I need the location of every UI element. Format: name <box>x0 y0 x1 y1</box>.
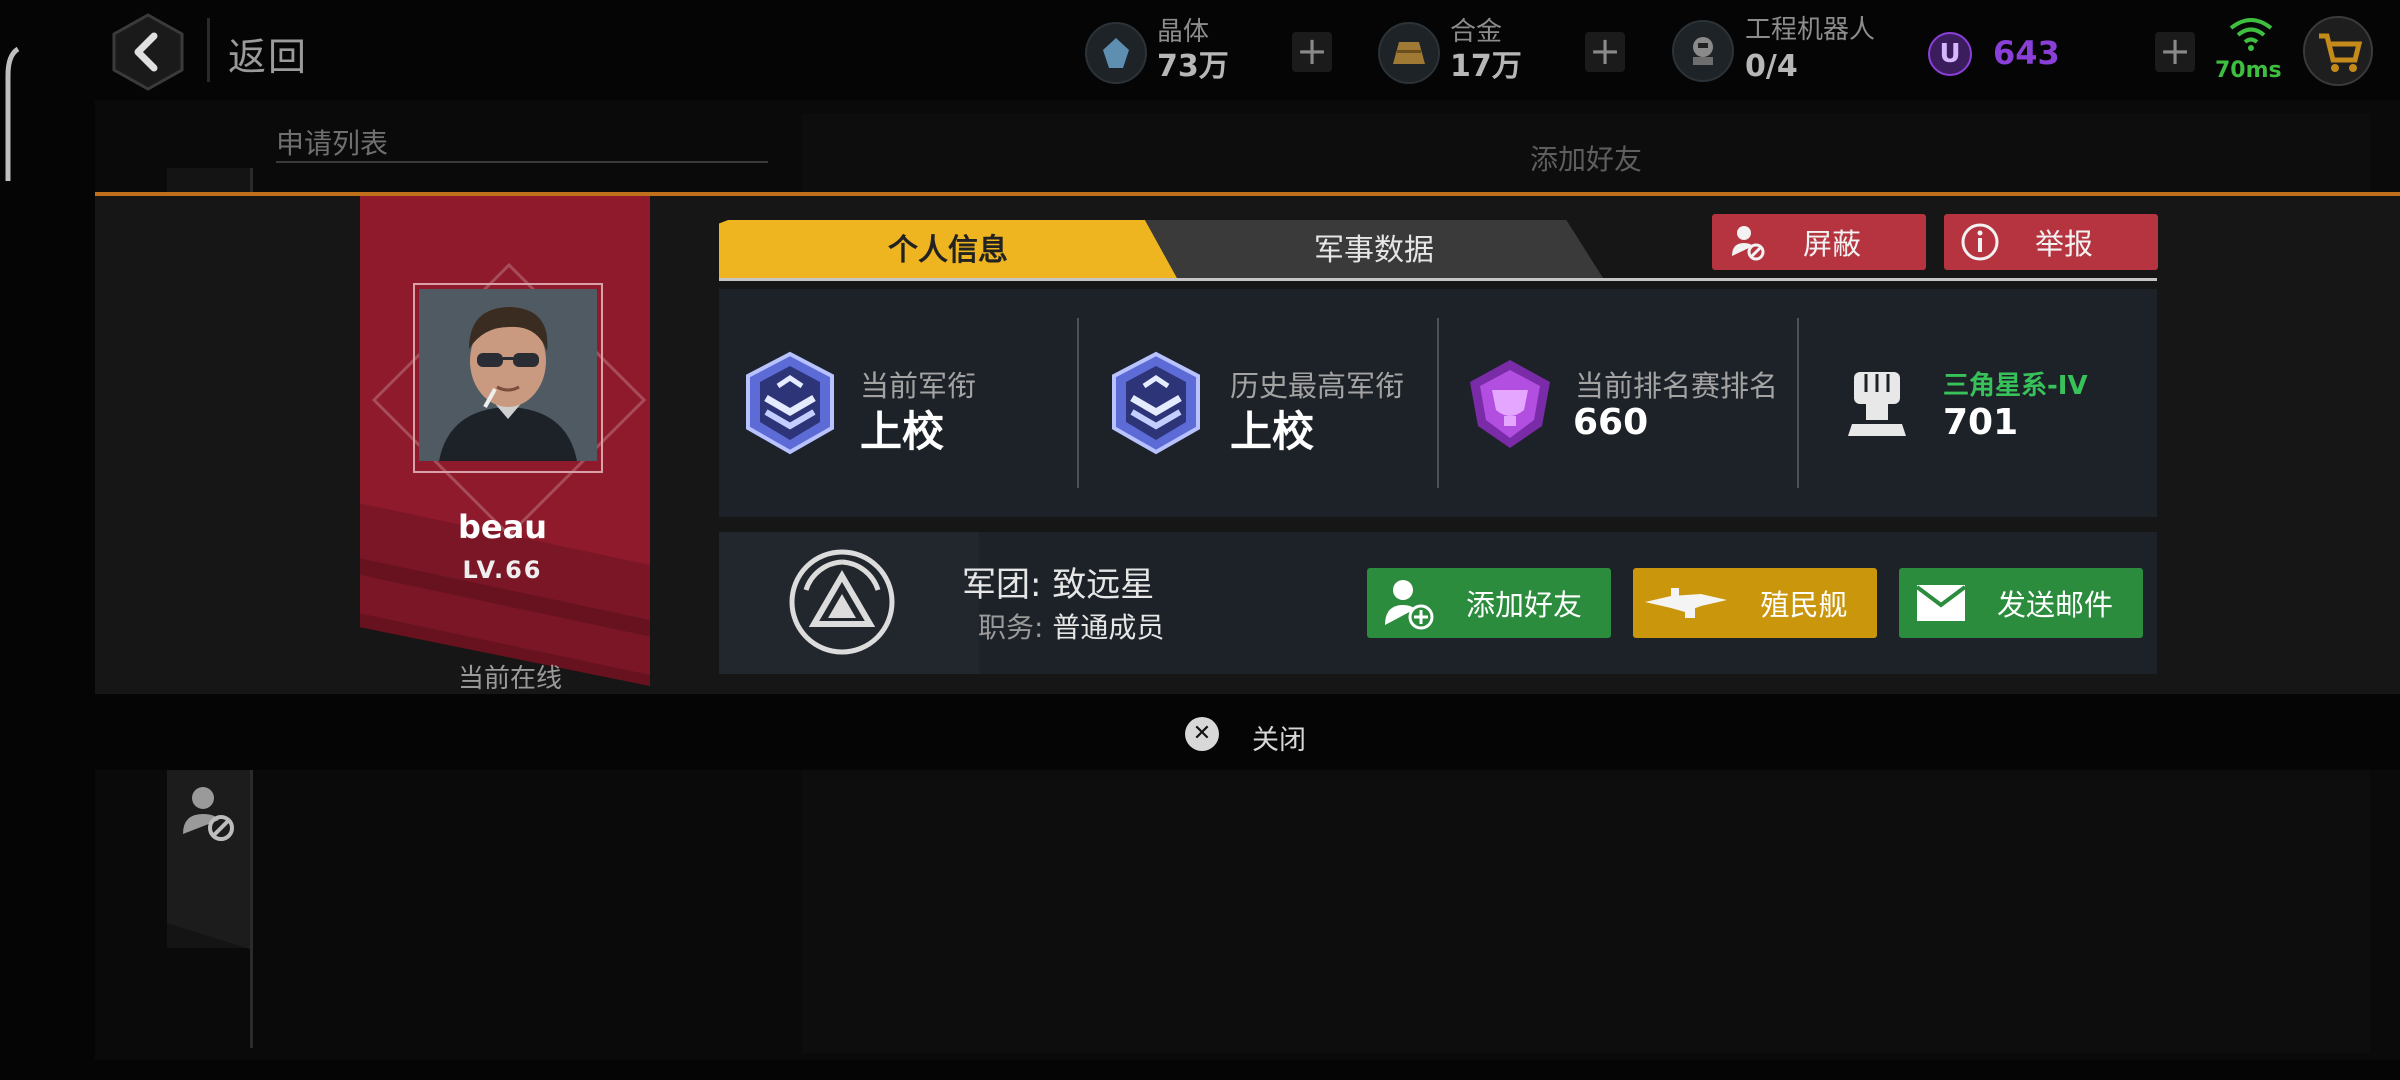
cart-icon <box>2319 33 2363 72</box>
apply-list-underline <box>276 161 768 163</box>
ranked-trophy-icon <box>1470 360 1550 448</box>
fist-trophy-icon <box>1848 372 1906 436</box>
ranked-title: 当前排名赛排名 <box>1575 369 1779 403</box>
player-level: LV.66 <box>462 556 543 584</box>
robot-value: 0/4 <box>1745 49 1798 84</box>
add-friend-title: 添加好友 <box>1529 143 1642 176</box>
side-tab-blocked[interactable] <box>167 770 253 950</box>
back-arrow-icon <box>112 13 184 91</box>
stat-divider <box>1797 318 1799 488</box>
legion-label: 军团: <box>962 565 1042 605</box>
tab-personal-info[interactable]: 个人信息 <box>719 220 1177 278</box>
role-label: 职务: <box>978 611 1044 644</box>
ping-value: 70ms <box>2215 58 2282 83</box>
colony-ship-label: 殖民舰 <box>1760 588 1848 622</box>
online-status: 当前在线 <box>457 664 562 694</box>
robot-name: 工程机器人 <box>1745 15 1876 45</box>
colony-ship-button[interactable]: 殖民舰 <box>1633 568 1877 638</box>
shop-button[interactable] <box>2303 16 2373 86</box>
highest-rank-value: 上校 <box>1230 407 1315 456</box>
stat-divider <box>1077 318 1079 488</box>
galaxy-title: 三角星系-IV <box>1943 371 2088 401</box>
close-icon[interactable]: ✕ <box>1185 717 1219 751</box>
close-button-label[interactable]: 关闭 <box>1252 718 1306 757</box>
ranked-value: 660 <box>1573 402 1649 443</box>
crystal-name: 晶体 <box>1157 17 1210 47</box>
avatar[interactable] <box>419 289 597 461</box>
block-button[interactable]: 屏蔽 <box>1712 214 1926 270</box>
u-currency-value: 643 <box>1993 34 2060 72</box>
crystal-value: 73万 <box>1157 49 1229 84</box>
blocked-user-icon <box>183 787 234 841</box>
highest-rank-badge-icon <box>1112 351 1200 455</box>
add-friend-button[interactable]: 添加好友 <box>1367 568 1611 638</box>
tab-underline <box>719 278 2157 281</box>
legion-role: 职务: 普通成员 <box>978 606 1164 646</box>
stat-divider <box>1437 318 1439 488</box>
crystal-icon <box>1085 22 1147 84</box>
wifi-icon <box>2229 18 2273 51</box>
alloy-name: 合金 <box>1450 17 1503 47</box>
add-currency-button[interactable]: + <box>2155 32 2195 72</box>
back-label[interactable]: 返回 <box>228 26 308 81</box>
legion-emblem-icon <box>789 549 895 655</box>
send-mail-label: 发送邮件 <box>1996 588 2113 622</box>
block-user-icon <box>1732 226 1765 261</box>
legion-name: 军团: 致远星 <box>962 557 1154 606</box>
close-bar <box>95 694 2400 770</box>
add-friend-label: 添加好友 <box>1465 588 1582 622</box>
current-rank-value: 上校 <box>860 407 945 456</box>
divider <box>207 18 210 82</box>
add-user-icon <box>1385 580 1434 630</box>
back-button[interactable] <box>110 12 186 92</box>
robot-icon <box>1672 20 1734 82</box>
player-name: beau <box>458 508 547 546</box>
rank-badge-icon <box>746 351 834 455</box>
alloy-icon <box>1378 22 1440 84</box>
send-mail-button[interactable]: 发送邮件 <box>1899 568 2143 638</box>
tab-military-data[interactable]: 军事数据 <box>1145 220 1603 278</box>
edge-handle[interactable] <box>0 45 20 185</box>
add-alloy-button[interactable]: + <box>1585 32 1625 72</box>
legion-name-value: 致远星 <box>1052 565 1155 605</box>
info-icon <box>1961 223 1999 261</box>
role-value: 普通成员 <box>1052 611 1165 644</box>
block-label: 屏蔽 <box>1802 227 1861 261</box>
report-label: 举报 <box>2034 227 2093 261</box>
mail-icon <box>1915 585 1967 621</box>
report-button[interactable]: 举报 <box>1944 214 2158 270</box>
u-currency-icon: U <box>1928 32 1972 76</box>
ship-icon <box>1645 588 1727 618</box>
apply-list-label[interactable]: 申请列表 <box>276 122 388 162</box>
alloy-value: 17万 <box>1450 49 1522 84</box>
add-crystal-button[interactable]: + <box>1292 32 1332 72</box>
galaxy-value: 701 <box>1943 402 2019 443</box>
